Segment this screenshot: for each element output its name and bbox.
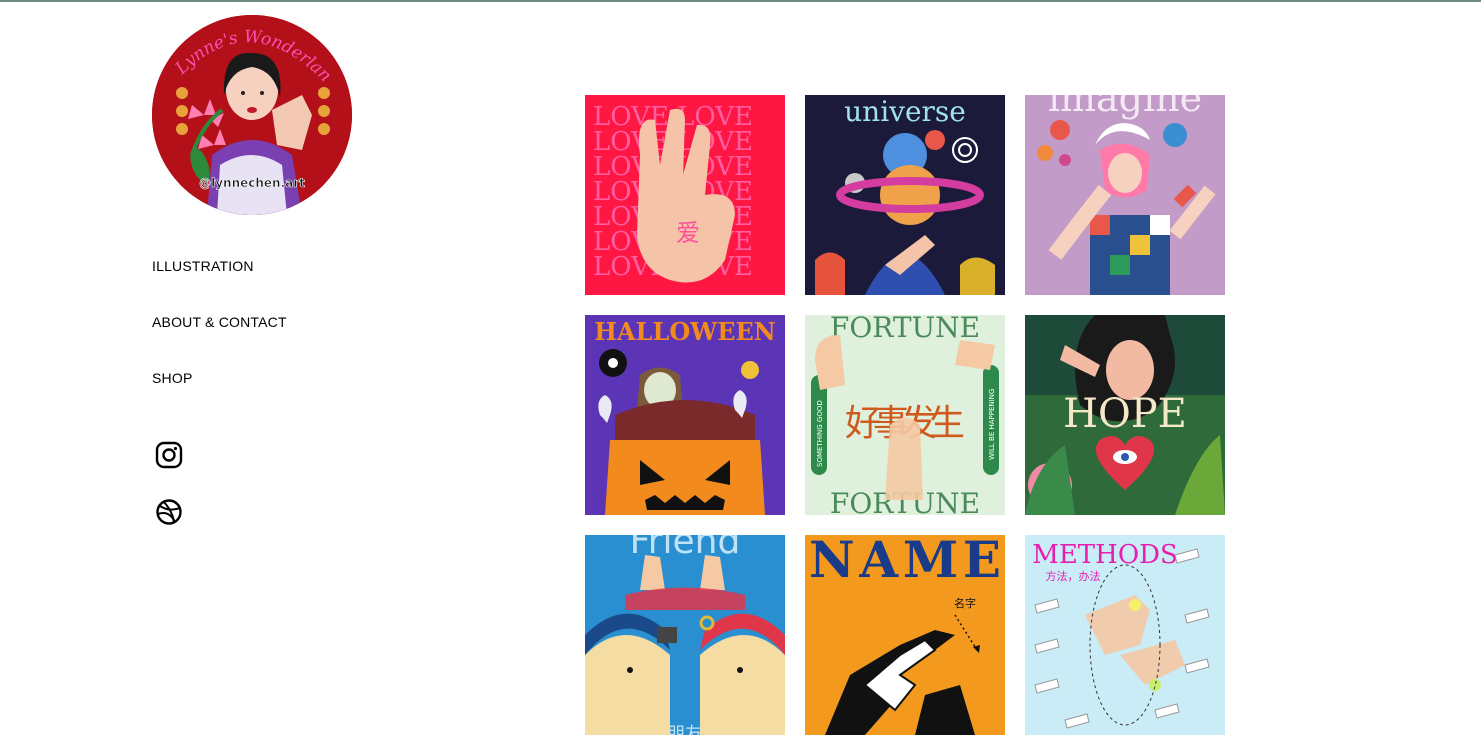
gallery-tile-imagine[interactable]: imagine	[1025, 95, 1225, 295]
svg-text:WILL BE HAPPENING: WILL BE HAPPENING	[988, 389, 996, 460]
nav-illustration[interactable]: ILLUSTRATION	[152, 258, 254, 274]
svg-text:NAME: NAME	[809, 535, 1001, 589]
dribbble-link[interactable]	[154, 497, 184, 527]
nav-about-contact[interactable]: ABOUT & CONTACT	[152, 314, 287, 330]
gallery-tile-name[interactable]: NAME 名字	[805, 535, 1005, 735]
svg-text:SOMETHING GOOD: SOMETHING GOOD	[816, 400, 824, 467]
name-glyph: 名字	[954, 596, 976, 610]
gallery-tile-universe[interactable]: universe	[805, 95, 1005, 295]
gallery-tile-hope[interactable]: HOPE	[1025, 315, 1225, 515]
gallery-tile-friend[interactable]: Friend 朋友	[585, 535, 785, 735]
svg-text:HOPE: HOPE	[1063, 391, 1187, 437]
svg-text:HALLOWEEN: HALLOWEEN	[594, 317, 775, 346]
love-glyph: 爱	[676, 219, 700, 247]
svg-text:universe: universe	[844, 95, 966, 128]
top-border	[0, 0, 1481, 2]
svg-text:FORTUNE: FORTUNE	[830, 315, 980, 344]
svg-text:METHODS: METHODS	[1032, 540, 1178, 570]
gallery-tile-halloween[interactable]: HALLOWEEN	[585, 315, 785, 515]
svg-text:imagine: imagine	[1048, 95, 1202, 120]
methods-glyph: 方法，办法	[1046, 569, 1101, 583]
gallery-tile-love[interactable]: LOVE LOVE LOVE LOVE LOVE LOVE LOVE LOVE …	[585, 95, 785, 295]
gallery-tile-fortune[interactable]: FORTUNE FORTUNE SOMETHING GOOD WILL BE H…	[805, 315, 1005, 515]
gallery-tile-methods[interactable]: METHODS 方法，办法	[1025, 535, 1225, 735]
dribbble-icon	[156, 499, 182, 525]
site-logo[interactable]: Lynne's Wonderland @lynnechen.art	[152, 15, 352, 215]
logo-handle: @lynnechen.art	[199, 176, 305, 190]
nav-shop[interactable]: SHOP	[152, 370, 192, 386]
instagram-icon	[155, 441, 183, 469]
instagram-link[interactable]	[154, 440, 184, 470]
friend-glyph: 朋友	[667, 724, 703, 735]
